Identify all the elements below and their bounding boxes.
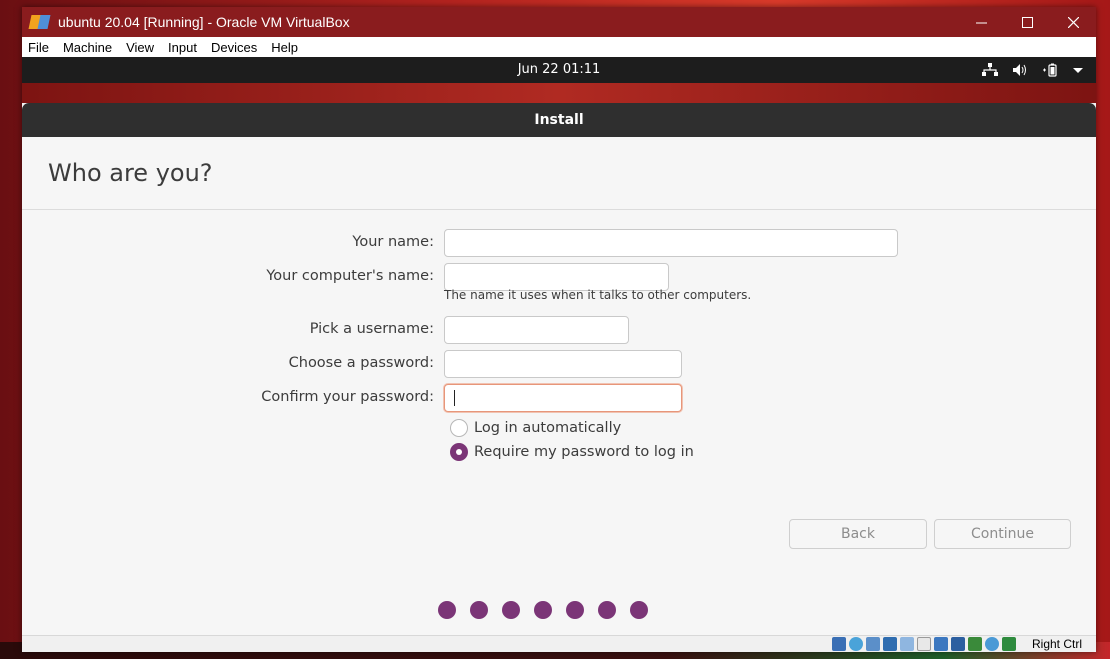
menu-view[interactable]: View <box>119 40 161 55</box>
require-password-option[interactable]: Require my password to log in <box>450 443 694 461</box>
network-icon <box>982 63 998 76</box>
video-capture-icon[interactable] <box>951 637 965 651</box>
chevron-down-icon <box>1073 68 1083 73</box>
host-key-label: Right Ctrl <box>1031 637 1082 651</box>
auto-login-label: Log in automatically <box>474 420 622 436</box>
progress-dot <box>438 601 456 619</box>
auto-login-option[interactable]: Log in automatically <box>450 419 621 437</box>
progress-dot <box>598 601 616 619</box>
shared-folders-icon[interactable] <box>917 637 931 651</box>
vm-status-bar: Right Ctrl <box>22 635 1096 652</box>
continue-button[interactable]: Continue <box>934 519 1071 549</box>
progress-dot <box>630 601 648 619</box>
progress-dot <box>566 601 584 619</box>
system-tray[interactable] <box>982 57 1084 83</box>
menu-help[interactable]: Help <box>264 40 305 55</box>
virtualbox-window: ubuntu 20.04 [Running] - Oracle VM Virtu… <box>22 7 1096 652</box>
minimize-icon <box>975 22 987 23</box>
hard-disk-icon[interactable] <box>832 637 846 651</box>
menu-input[interactable]: Input <box>161 40 204 55</box>
guest-wallpaper-strip <box>22 83 1096 103</box>
computer-name-hint: The name it uses when it talks to other … <box>444 288 752 302</box>
menu-devices[interactable]: Devices <box>204 40 264 55</box>
require-password-label: Require my password to log in <box>474 444 694 460</box>
username-label: Pick a username: <box>309 321 434 337</box>
page-title: Who are you? <box>48 159 213 187</box>
close-button[interactable] <box>1050 7 1096 37</box>
vm-menu-bar: File Machine View Input Devices Help <box>22 37 1096 57</box>
clock[interactable]: Jun 22 01:11 <box>22 57 1096 83</box>
virtualbox-logo-icon <box>28 13 51 31</box>
audio-icon[interactable] <box>866 637 880 651</box>
back-button[interactable]: Back <box>789 519 927 549</box>
close-icon <box>1067 16 1079 28</box>
password-label: Choose a password: <box>288 355 434 371</box>
gnome-top-bar: Jun 22 01:11 <box>22 57 1096 83</box>
cpu-icon[interactable] <box>968 637 982 651</box>
battery-icon <box>1043 63 1057 77</box>
password-input[interactable] <box>444 350 682 378</box>
computer-name-input[interactable] <box>444 263 669 291</box>
progress-dot <box>470 601 488 619</box>
window-title-bar[interactable]: ubuntu 20.04 [Running] - Oracle VM Virtu… <box>22 7 1096 37</box>
your-name-label: Your name: <box>352 234 434 250</box>
maximize-button[interactable] <box>1004 7 1050 37</box>
auto-login-radio[interactable] <box>450 419 468 437</box>
progress-dot <box>502 601 520 619</box>
usb-icon[interactable] <box>900 637 914 651</box>
progress-dot <box>534 601 552 619</box>
dialog-header: Install <box>22 103 1096 137</box>
window-title: ubuntu 20.04 [Running] - Oracle VM Virtu… <box>58 14 350 30</box>
optical-drive-icon[interactable] <box>849 637 863 651</box>
menu-machine[interactable]: Machine <box>56 40 119 55</box>
require-password-radio[interactable] <box>450 443 468 461</box>
display-icon[interactable] <box>934 637 948 651</box>
keyboard-icon[interactable] <box>1002 637 1016 651</box>
installer-dialog: Install Who are you? Your name: Your com… <box>22 103 1096 635</box>
your-name-input[interactable] <box>444 229 898 257</box>
computer-name-label: Your computer's name: <box>266 268 434 284</box>
install-progress-dots <box>438 601 648 619</box>
minimize-button[interactable] <box>958 7 1004 37</box>
text-caret <box>454 390 455 406</box>
volume-icon <box>1013 64 1026 76</box>
menu-file[interactable]: File <box>22 40 56 55</box>
network-adapter-icon[interactable] <box>883 637 897 651</box>
mouse-integration-icon[interactable] <box>985 637 999 651</box>
username-input[interactable] <box>444 316 629 344</box>
header-divider <box>22 209 1096 210</box>
maximize-icon <box>1021 16 1033 28</box>
confirm-password-label: Confirm your password: <box>261 389 434 405</box>
confirm-password-input[interactable] <box>444 384 682 412</box>
